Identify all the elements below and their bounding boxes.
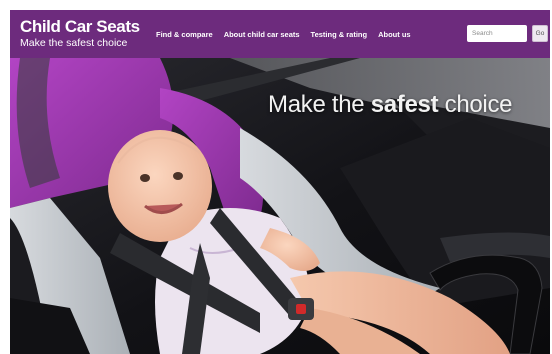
hero-headline-after: choice (438, 91, 513, 118)
nav-item-testing-rating[interactable]: Testing & rating (311, 30, 368, 39)
nav-item-about-us[interactable]: About us (378, 30, 411, 39)
hero-headline-emphasis: safest (370, 91, 439, 118)
search-go-button[interactable]: Go (532, 25, 548, 42)
search-input[interactable] (467, 25, 527, 42)
main-nav: Find & compare About child car seats Tes… (156, 10, 422, 58)
logo-tagline: Make the safest choice (20, 37, 128, 49)
hero-headline: Make the safest choice (268, 91, 513, 119)
hero-banner: Make the safest choice (10, 58, 550, 354)
page: Child Car Seats Make the safest choice F… (10, 10, 550, 354)
site-header: Child Car Seats Make the safest choice F… (10, 10, 550, 58)
hero-headline-before: Make the (268, 91, 371, 118)
logo-name: Child Car Seats (20, 17, 140, 36)
nav-item-find-compare[interactable]: Find & compare (156, 30, 213, 39)
nav-item-about-child-car-seats[interactable]: About child car seats (224, 30, 300, 39)
site-logo[interactable]: Child Car Seats Make the safest choice (20, 17, 140, 50)
